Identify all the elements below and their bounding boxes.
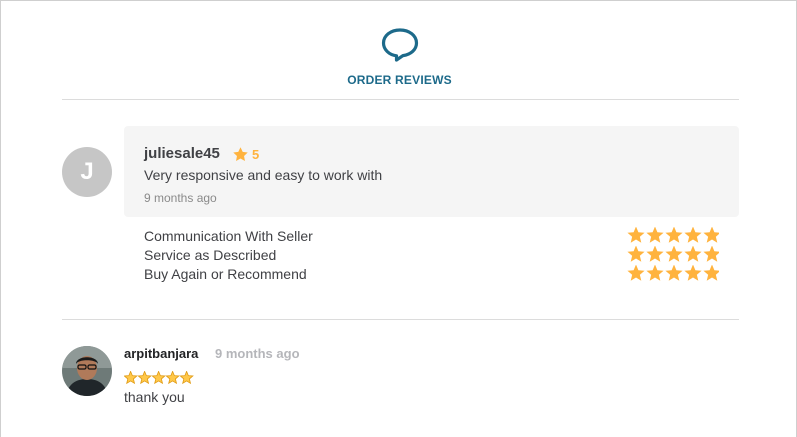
star-icon — [703, 227, 719, 243]
star-icon — [703, 246, 719, 262]
review-text: thank you — [124, 389, 185, 405]
star-icon — [684, 246, 702, 262]
star-icon — [627, 265, 645, 281]
star-icon — [137, 371, 152, 385]
breakdown-label: Service as Described — [144, 247, 277, 263]
star-icon — [151, 371, 166, 385]
star-icon — [703, 265, 719, 281]
star-icon — [665, 227, 683, 243]
star-icon — [233, 147, 248, 161]
star-icon — [627, 246, 645, 262]
reviewer-name[interactable]: arpitbanjara — [124, 346, 198, 361]
star-icon — [627, 227, 645, 243]
star-icon — [646, 246, 664, 262]
rating-breakdown: Communication With Seller Service as Des… — [144, 227, 719, 284]
star-icon — [165, 371, 180, 385]
star-icon — [665, 265, 683, 281]
divider — [62, 99, 739, 100]
divider — [62, 319, 739, 320]
user-photo-icon — [62, 346, 112, 396]
star-icon — [124, 371, 138, 385]
breakdown-label: Communication With Seller — [144, 228, 313, 244]
avatar: J — [62, 147, 112, 197]
order-reviews-header: ORDER REVIEWS — [1, 1, 796, 100]
five-star-rating — [124, 371, 194, 385]
review-time: 9 months ago — [144, 191, 217, 205]
five-star-rating — [627, 227, 719, 243]
star-icon — [665, 246, 683, 262]
rating-score: 5 — [252, 147, 260, 162]
star-icon — [684, 227, 702, 243]
breakdown-row: Buy Again or Recommend — [144, 265, 719, 284]
five-star-rating — [627, 265, 719, 281]
avatar[interactable] — [62, 346, 112, 396]
review-time: 9 months ago — [215, 346, 300, 361]
star-icon — [179, 371, 194, 385]
speech-bubble-icon — [381, 28, 419, 62]
star-icon — [646, 265, 664, 281]
breakdown-row: Service as Described — [144, 246, 719, 265]
review-card: juliesale45 5 Very responsive and easy t… — [124, 126, 739, 217]
breakdown-row: Communication With Seller — [144, 227, 719, 246]
reviews-panel: ORDER REVIEWS J juliesale45 5 Very respo… — [0, 0, 797, 437]
review-text: Very responsive and easy to work with — [144, 167, 383, 183]
five-star-rating — [627, 246, 719, 262]
star-icon — [646, 227, 664, 243]
header-title: ORDER REVIEWS — [347, 73, 452, 87]
star-icon — [684, 265, 702, 281]
breakdown-label: Buy Again or Recommend — [144, 266, 307, 282]
reviewer-name[interactable]: juliesale45 — [144, 145, 220, 162]
